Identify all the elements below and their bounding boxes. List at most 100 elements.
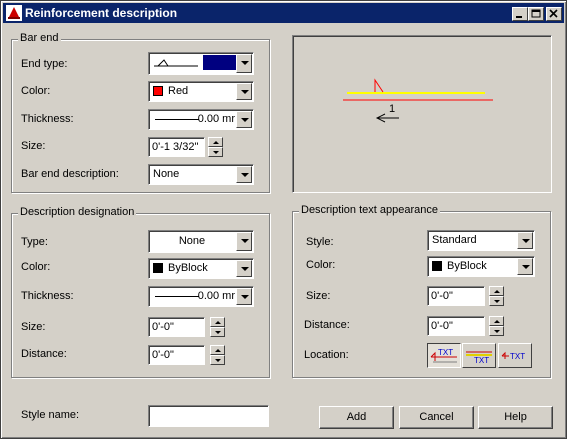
color-swatch <box>432 261 442 271</box>
designation-size-label: Size: <box>21 321 46 333</box>
bar-end-thickness-value: 0.00 mr <box>197 113 235 125</box>
minimize-button[interactable] <box>512 7 528 21</box>
designation-thickness-value: 0.00 mr <box>197 290 235 302</box>
location-below-button[interactable]: TXT <box>427 343 461 368</box>
spin-up-icon[interactable] <box>210 317 225 327</box>
bar-end-color-select[interactable]: Red <box>148 81 254 102</box>
text-above-line-icon: TXT <box>466 351 492 365</box>
bar-end-color-value: Red <box>168 85 189 97</box>
bar-end-size-value: 0'-1 3/32" <box>152 141 199 153</box>
text-color-value: ByBlock <box>447 260 487 272</box>
text-distance-spinner[interactable] <box>489 316 504 336</box>
text-size-input[interactable]: 0'-0" <box>427 286 485 306</box>
app-icon <box>6 5 22 21</box>
bar-end-group-title: Bar end <box>18 32 61 44</box>
text-style-select[interactable]: Standard <box>427 230 535 251</box>
maximize-icon <box>531 9 541 18</box>
end-type-label: End type: <box>21 58 68 70</box>
designation-distance-input[interactable]: 0'-0" <box>148 345 205 365</box>
bar-end-thickness-select[interactable]: 0.00 mr <box>148 109 254 130</box>
close-icon <box>549 9 558 18</box>
designation-thickness-label: Thickness: <box>21 290 74 302</box>
bar-end-size-label: Size: <box>21 140 46 152</box>
chevron-down-icon[interactable] <box>517 258 533 275</box>
designation-size-spinner[interactable] <box>210 317 225 337</box>
designation-type-select[interactable]: None <box>148 230 254 253</box>
bar-end-description-label: Bar end description: <box>21 168 119 180</box>
close-button[interactable] <box>546 7 562 21</box>
location-inline-button[interactable]: TXT <box>498 343 532 368</box>
bar-end-description-value: None <box>153 168 180 180</box>
style-name-label: Style name: <box>21 409 80 421</box>
spin-down-icon[interactable] <box>489 326 504 336</box>
minimize-icon <box>516 16 522 18</box>
designation-type-value: None <box>178 235 206 247</box>
reinforcement-preview-drawing <box>343 78 493 123</box>
spin-down-icon[interactable] <box>208 147 223 157</box>
spin-down-icon[interactable] <box>210 327 225 337</box>
spin-up-icon[interactable] <box>210 345 225 355</box>
designation-type-label: Type: <box>21 236 48 248</box>
text-appearance-group-title: Description text appearance <box>299 204 440 216</box>
bar-end-size-input[interactable]: 0'-1 3/32" <box>148 137 205 157</box>
designation-size-value: 0'-0" <box>152 321 174 333</box>
text-size-label: Size: <box>306 290 331 302</box>
style-name-input[interactable] <box>148 405 269 427</box>
reinforcement-description-dialog: Reinforcement description Bar end End ty… <box>0 0 567 439</box>
text-color-select[interactable]: ByBlock <box>427 256 535 277</box>
maximize-button[interactable] <box>528 7 544 21</box>
text-distance-input[interactable]: 0'-0" <box>427 316 485 336</box>
location-option-1-text: TXT <box>438 348 453 357</box>
text-distance-value: 0'-0" <box>431 320 453 332</box>
bar-end-size-spinner[interactable] <box>208 137 223 157</box>
cancel-button[interactable]: Cancel <box>399 406 474 429</box>
chevron-down-icon[interactable] <box>236 260 252 277</box>
description-designation-group-title: Description designation <box>18 206 137 218</box>
line-weight-icon <box>155 119 199 120</box>
designation-size-input[interactable]: 0'-0" <box>148 317 205 337</box>
line-weight-icon <box>155 296 199 297</box>
title-bar[interactable]: Reinforcement description <box>3 3 564 23</box>
chevron-down-icon[interactable] <box>236 83 252 100</box>
color-swatch <box>153 86 163 96</box>
text-size-spinner[interactable] <box>489 286 504 306</box>
text-inline-icon: TXT <box>501 351 525 361</box>
text-distance-label: Distance: <box>304 319 350 331</box>
bar-end-description-select[interactable]: None <box>148 164 254 185</box>
text-size-value: 0'-0" <box>431 290 453 302</box>
chevron-down-icon[interactable] <box>236 232 252 251</box>
location-option-2-text: TXT <box>474 356 489 365</box>
spin-up-icon[interactable] <box>489 316 504 326</box>
help-button[interactable]: Help <box>478 406 553 429</box>
spin-up-icon[interactable] <box>489 286 504 296</box>
add-button[interactable]: Add <box>319 406 394 429</box>
text-color-label: Color: <box>306 259 336 271</box>
designation-color-label: Color: <box>21 261 51 273</box>
spin-up-icon[interactable] <box>208 137 223 147</box>
chevron-down-icon[interactable] <box>236 111 252 128</box>
chevron-down-icon[interactable] <box>236 166 252 183</box>
end-type-select[interactable] <box>148 52 254 75</box>
chevron-down-icon[interactable] <box>517 232 533 249</box>
window-title: Reinforcement description <box>25 6 178 20</box>
spin-down-icon[interactable] <box>489 296 504 306</box>
preview-marker-label: 1 <box>389 103 396 115</box>
end-type-color-fill <box>203 55 237 70</box>
location-above-button[interactable]: TXT <box>462 343 496 368</box>
bar-end-color-label: Color: <box>21 85 51 97</box>
bar-end-type-icon <box>154 59 198 67</box>
chevron-down-icon[interactable] <box>236 288 252 305</box>
bar-end-thickness-label: Thickness: <box>21 113 74 125</box>
designation-thickness-select[interactable]: 0.00 mr <box>148 286 254 307</box>
designation-distance-label: Distance: <box>21 348 67 360</box>
chevron-down-icon[interactable] <box>236 54 252 73</box>
text-style-value: Standard <box>432 234 477 246</box>
text-style-label: Style: <box>306 236 334 248</box>
designation-color-value: ByBlock <box>168 262 208 274</box>
text-location-label: Location: <box>304 349 349 361</box>
designation-distance-spinner[interactable] <box>210 345 225 365</box>
designation-distance-value: 0'-0" <box>152 349 174 361</box>
preview-bar-end-hook <box>374 78 384 93</box>
spin-down-icon[interactable] <box>210 355 225 365</box>
designation-color-select[interactable]: ByBlock <box>148 258 254 279</box>
